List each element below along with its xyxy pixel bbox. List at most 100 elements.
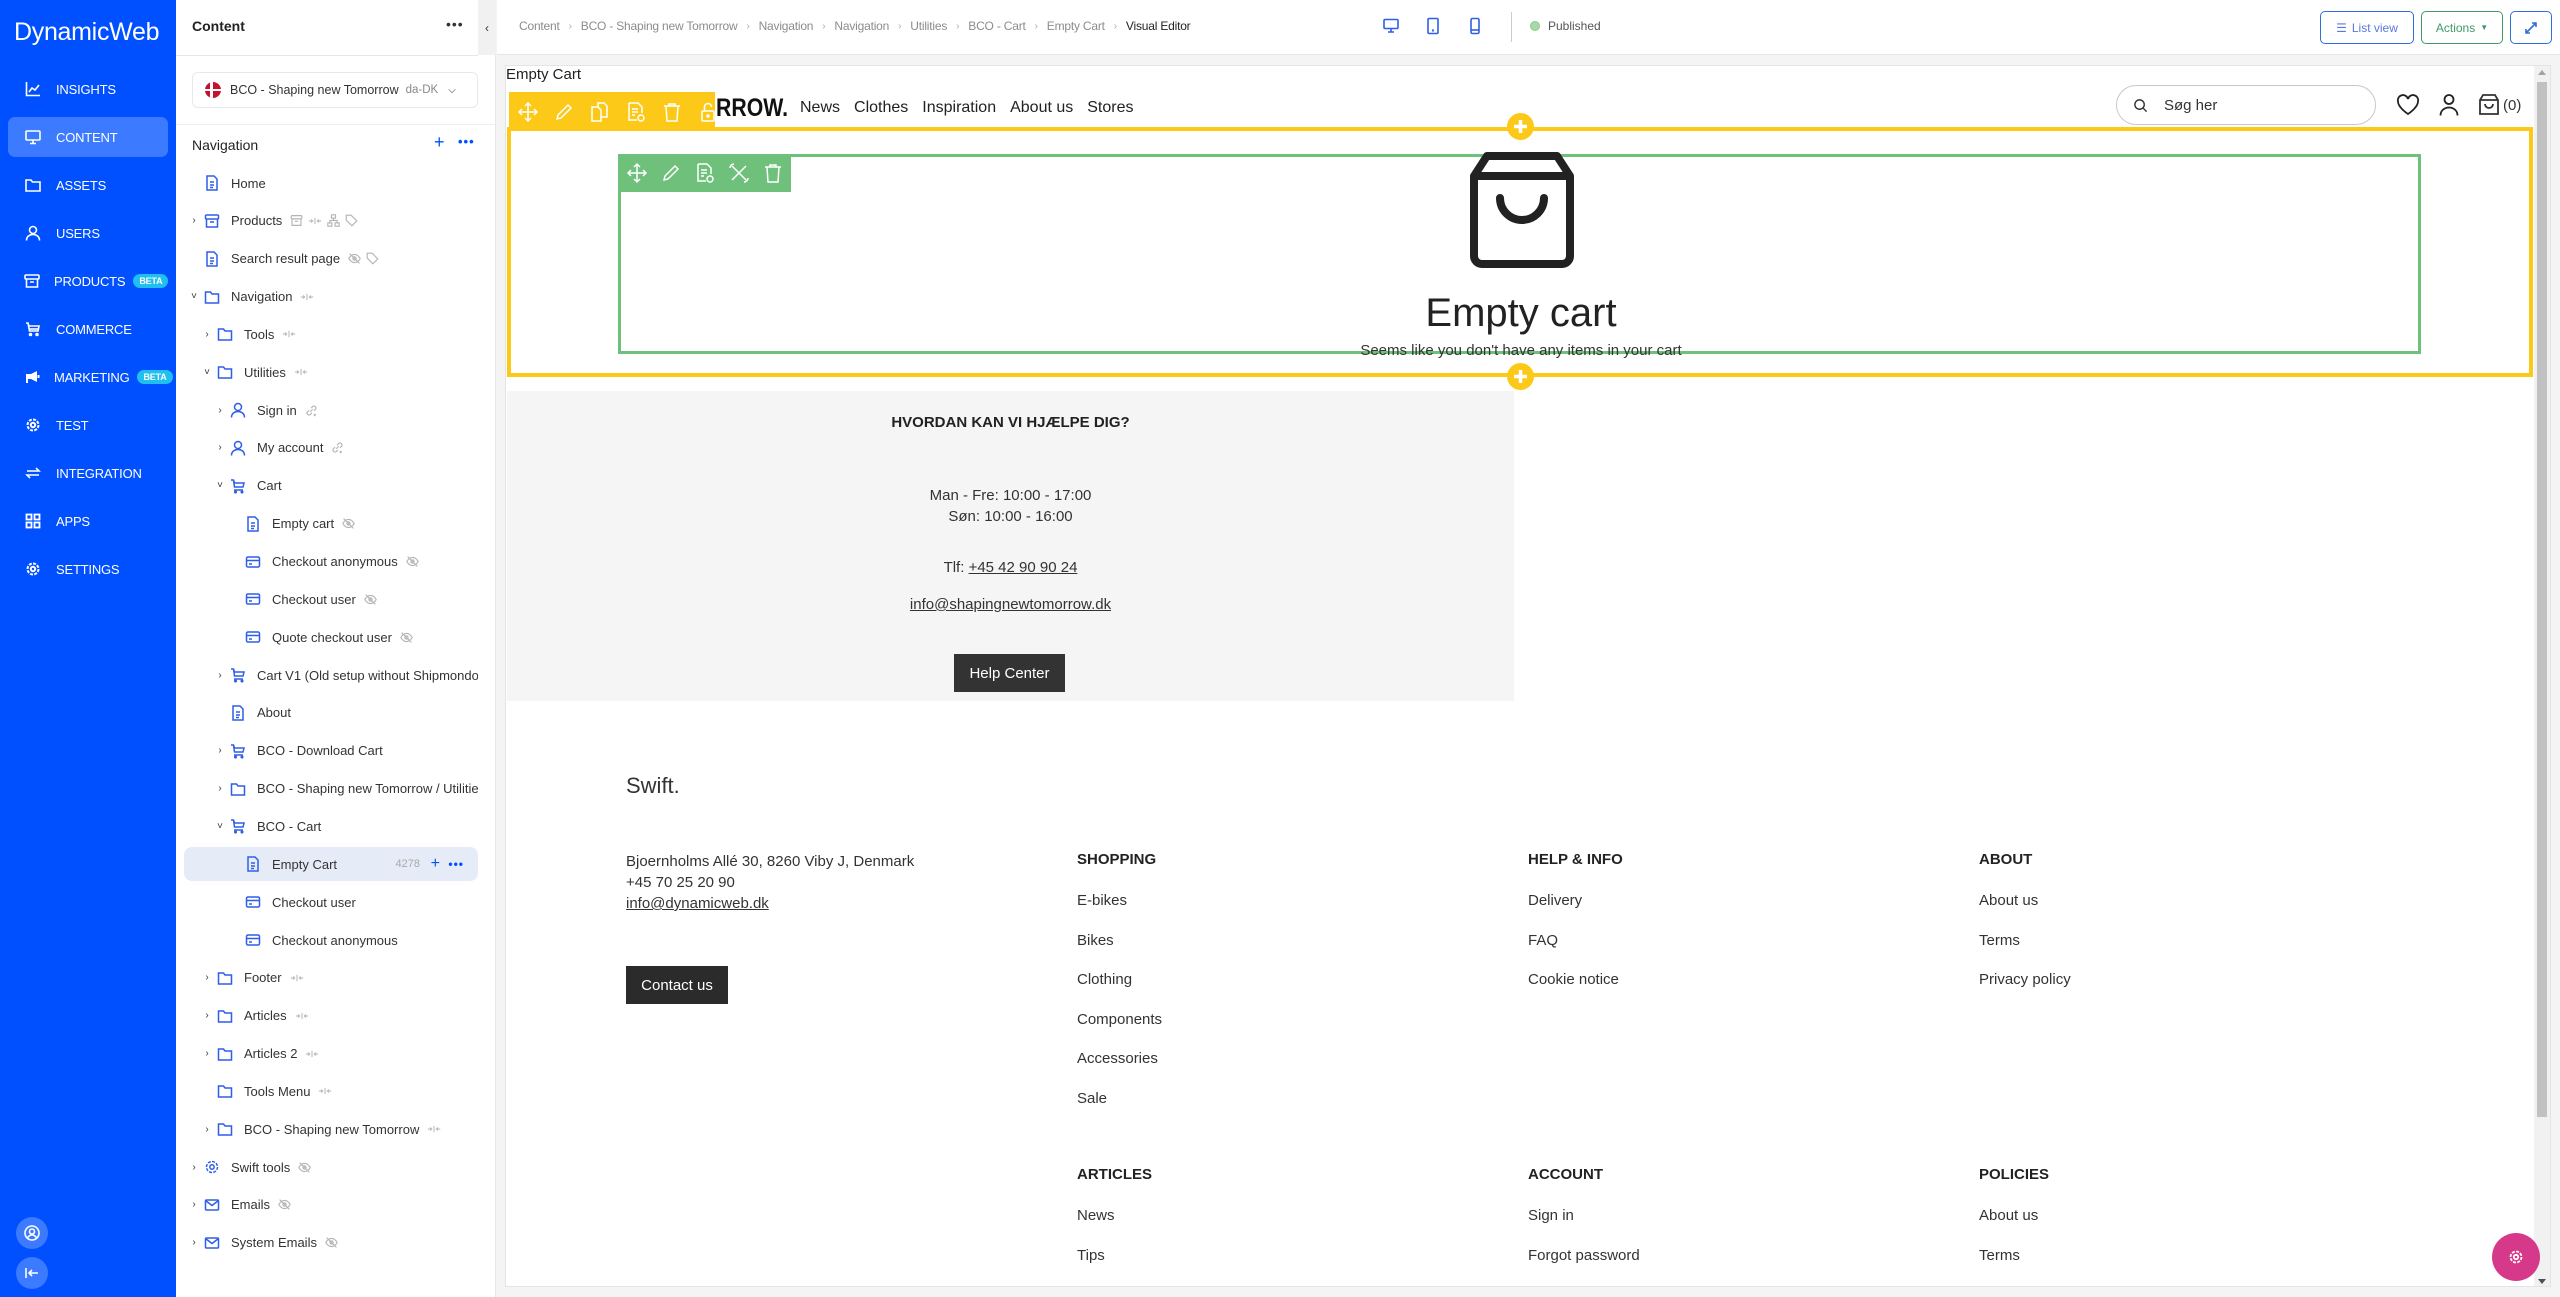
collapse-panel-button[interactable]: ‹ bbox=[478, 0, 496, 55]
footer-link[interactable]: About us bbox=[1979, 892, 2071, 932]
mobile-icon[interactable] bbox=[1466, 17, 1484, 35]
nav-item-assets[interactable]: ASSETS bbox=[8, 165, 168, 205]
tree-item[interactable]: › System Emails bbox=[184, 1226, 478, 1260]
tree-item[interactable]: Tools Menu bbox=[184, 1074, 478, 1108]
breadcrumb-item[interactable]: Content bbox=[519, 19, 560, 33]
footer-link[interactable]: Components bbox=[1077, 1011, 1162, 1051]
chevron-down-icon[interactable]: ˅ bbox=[214, 821, 226, 832]
collapse-sidebar-button[interactable] bbox=[16, 1257, 48, 1289]
unlock-icon[interactable] bbox=[697, 101, 719, 123]
tree-item[interactable]: › Cart V1 (Old setup without Shipmondo) bbox=[184, 658, 478, 692]
cart-button[interactable]: (0) bbox=[2478, 93, 2521, 117]
footer-link[interactable]: Accessories bbox=[1077, 1050, 1162, 1090]
footer-link[interactable]: Cookie notice bbox=[1528, 971, 1623, 1011]
tree-item[interactable]: ˅ Navigation bbox=[184, 280, 478, 314]
scrollbar-thumb[interactable] bbox=[2537, 82, 2547, 1117]
app-logo[interactable]: DynamicWeb bbox=[14, 18, 160, 47]
nav-item-content[interactable]: CONTENT bbox=[8, 117, 168, 157]
email-link[interactable]: info@dynamicweb.dk bbox=[626, 895, 769, 912]
footer-link[interactable]: Terms bbox=[1979, 932, 2071, 972]
move-icon[interactable] bbox=[626, 162, 648, 184]
contact-us-button[interactable]: Contact us bbox=[626, 966, 728, 1004]
chevron-right-icon[interactable]: › bbox=[188, 1162, 200, 1173]
tree-item[interactable]: › Sign in bbox=[184, 393, 478, 427]
breadcrumb-item[interactable]: Utilities bbox=[910, 19, 947, 33]
save-as-template-icon[interactable] bbox=[694, 162, 716, 184]
site-menu-item[interactable]: Clothes bbox=[854, 99, 908, 117]
chevron-right-icon[interactable]: › bbox=[188, 1237, 200, 1248]
chevron-right-icon[interactable]: › bbox=[201, 1010, 213, 1021]
breadcrumb-item[interactable]: Navigation bbox=[759, 19, 814, 33]
add-row-below-button[interactable] bbox=[1507, 363, 1534, 390]
tree-item[interactable]: › Swift tools bbox=[184, 1150, 478, 1184]
profile-button[interactable] bbox=[16, 1217, 48, 1249]
tree-item[interactable]: ˅ Cart bbox=[184, 469, 478, 503]
site-search-input[interactable]: Søg her bbox=[2116, 85, 2376, 125]
save-as-template-icon[interactable] bbox=[625, 101, 647, 123]
tree-item[interactable]: Checkout user bbox=[184, 885, 478, 919]
trash-icon[interactable] bbox=[661, 101, 683, 123]
tree-item[interactable]: › Products bbox=[184, 204, 478, 238]
tree-item[interactable]: › Tools bbox=[184, 317, 478, 351]
footer-link[interactable]: Sign in bbox=[1528, 1207, 1640, 1247]
footer-link[interactable]: About us bbox=[1979, 1207, 2049, 1247]
nav-item-integration[interactable]: INTEGRATION bbox=[8, 453, 168, 493]
tree-item[interactable]: › Footer bbox=[184, 961, 478, 995]
chevron-right-icon[interactable]: › bbox=[201, 1124, 213, 1135]
tree-item[interactable]: Quote checkout user bbox=[184, 620, 478, 654]
footer-link[interactable]: Clothing bbox=[1077, 971, 1162, 1011]
footer-link[interactable]: Delivery bbox=[1528, 892, 1623, 932]
copy-icon[interactable] bbox=[589, 101, 611, 123]
trash-icon[interactable] bbox=[762, 162, 784, 184]
fullscreen-button[interactable] bbox=[2510, 11, 2552, 44]
help-email-link[interactable]: info@shapingnewtomorrow.dk bbox=[507, 596, 1514, 613]
chevron-right-icon[interactable]: › bbox=[214, 442, 226, 453]
footer-link[interactable]: Privacy policy bbox=[1979, 971, 2071, 1011]
vertical-scrollbar[interactable] bbox=[2534, 66, 2550, 1286]
tree-item[interactable]: › BCO - Shaping new Tomorrow bbox=[184, 1112, 478, 1146]
nav-item-settings[interactable]: SETTINGS bbox=[8, 549, 168, 589]
breadcrumb-item[interactable]: Empty Cart bbox=[1047, 19, 1105, 33]
pencil-icon[interactable] bbox=[660, 162, 682, 184]
footer-link[interactable]: FAQ bbox=[1528, 932, 1623, 972]
tree-item[interactable]: ˅ Utilities bbox=[184, 355, 478, 389]
panel-more-button[interactable]: ••• bbox=[446, 16, 464, 32]
navigation-more-button[interactable]: ••• bbox=[458, 134, 475, 149]
site-menu-item[interactable]: About us bbox=[1010, 99, 1073, 117]
site-menu-item[interactable]: Stores bbox=[1087, 99, 1133, 117]
move-icon[interactable] bbox=[517, 101, 539, 123]
footer-link[interactable]: News bbox=[1077, 1207, 1152, 1247]
chevron-right-icon[interactable]: › bbox=[188, 1199, 200, 1210]
site-menu-item[interactable]: Inspiration bbox=[922, 99, 996, 117]
add-page-button[interactable]: + bbox=[434, 132, 445, 153]
footer-link[interactable]: E-bikes bbox=[1077, 892, 1162, 932]
pencil-icon[interactable] bbox=[553, 101, 575, 123]
footer-link[interactable]: Forgot password bbox=[1528, 1247, 1640, 1287]
list-view-button[interactable]: ☰ List view bbox=[2320, 11, 2414, 44]
row-more-button[interactable]: ••• bbox=[448, 857, 464, 871]
chevron-right-icon[interactable]: › bbox=[214, 783, 226, 794]
breadcrumb-item[interactable]: BCO - Cart bbox=[968, 19, 1026, 33]
chevron-right-icon[interactable]: › bbox=[214, 745, 226, 756]
tree-item[interactable]: Search result page bbox=[184, 242, 478, 276]
desktop-icon[interactable] bbox=[1382, 17, 1400, 35]
nav-item-products[interactable]: PRODUCTS BETA bbox=[8, 261, 169, 301]
chevron-right-icon[interactable]: › bbox=[214, 670, 226, 681]
breadcrumb-item[interactable]: BCO - Shaping new Tomorrow bbox=[581, 19, 738, 33]
tablet-icon[interactable] bbox=[1424, 17, 1442, 35]
tree-item[interactable]: › BCO - Shaping new Tomorrow / Utilities bbox=[184, 772, 478, 806]
heart-icon[interactable] bbox=[2396, 94, 2420, 116]
chevron-down-icon[interactable]: ˅ bbox=[188, 291, 200, 302]
tree-item[interactable]: Empty Cart 4278 + ••• bbox=[184, 847, 478, 882]
footer-link[interactable]: Tips bbox=[1077, 1247, 1152, 1287]
scroll-down-arrow[interactable] bbox=[2538, 1279, 2546, 1284]
site-menu-item[interactable]: News bbox=[800, 99, 840, 117]
nav-item-users[interactable]: USERS bbox=[8, 213, 168, 253]
site-logo[interactable]: RROW. bbox=[716, 94, 788, 123]
help-center-button[interactable]: Help Center bbox=[954, 654, 1065, 692]
footer-link[interactable]: Bikes bbox=[1077, 932, 1162, 972]
chevron-right-icon[interactable]: › bbox=[188, 215, 200, 226]
tree-item[interactable]: › Emails bbox=[184, 1188, 478, 1222]
actions-button[interactable]: Actions ▼ bbox=[2421, 11, 2503, 44]
tree-item[interactable]: Checkout anonymous bbox=[184, 923, 478, 957]
